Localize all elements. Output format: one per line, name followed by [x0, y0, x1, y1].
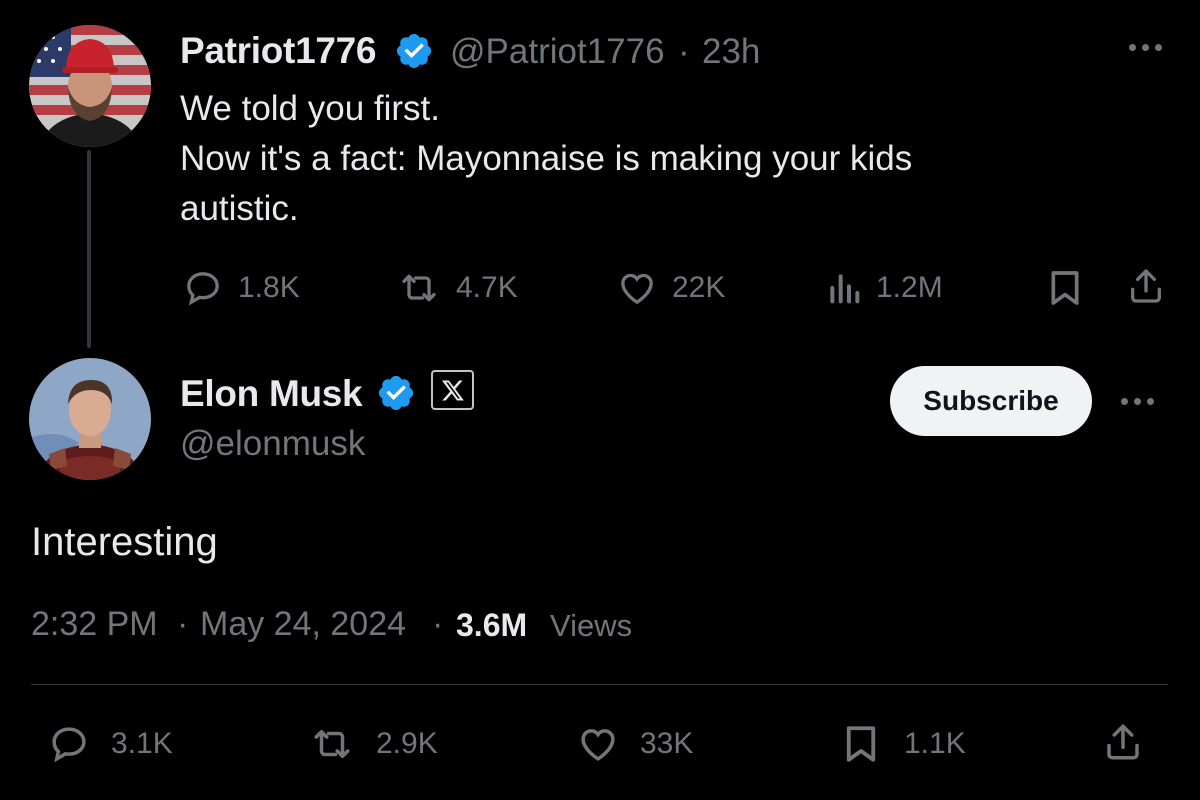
elon-handle[interactable]: @elonmusk [180, 424, 365, 464]
share-icon [1131, 269, 1161, 303]
repost-button[interactable]: 4.7K [396, 268, 518, 308]
views-count: 1.2M [876, 271, 943, 304]
verified-badge-icon [394, 31, 434, 71]
tweet-time[interactable]: 2:32 PM [31, 605, 158, 644]
parent-tweet-line-2: Now it's a fact: Mayonnaise is making yo… [180, 139, 913, 178]
tweet-date[interactable]: May 24, 2024 [200, 605, 406, 644]
patriot-avatar[interactable] [29, 25, 151, 147]
views-count: 3.6M [456, 607, 528, 643]
x-affiliate-badge[interactable] [431, 370, 474, 410]
elon-display-name[interactable]: Elon Musk [180, 373, 363, 415]
meta-separator: · [432, 605, 444, 643]
reply-icon [187, 272, 219, 306]
reply-count: 3.1K [111, 727, 173, 760]
x-logo-icon [441, 380, 464, 401]
parent-tweet-line-1: We told you first. [180, 89, 441, 128]
repost-count: 4.7K [456, 271, 518, 304]
main-tweet-text: Interesting [31, 520, 218, 564]
analytics-icon [830, 274, 860, 304]
parent-tweet-line-3: autistic. [180, 189, 299, 228]
repost-icon [402, 274, 436, 302]
bookmark-icon [1051, 271, 1079, 305]
reply-icon [52, 727, 86, 763]
user-avatar-icon [29, 25, 151, 147]
patriot-handle[interactable]: @Patriot1776 [450, 32, 665, 72]
share-button[interactable] [1126, 266, 1166, 306]
patriot-display-name[interactable]: Patriot1776 [180, 30, 377, 72]
reply-button[interactable]: 1.8K [182, 268, 300, 308]
like-count: 22K [672, 271, 726, 304]
divider [31, 684, 1168, 685]
bookmark-count: 1.1K [904, 727, 966, 760]
repost-button[interactable]: 2.9K [308, 723, 438, 765]
thread-connector-line [87, 150, 91, 348]
verified-badge-icon [376, 373, 416, 413]
bookmark-icon [846, 726, 876, 762]
views-label: Views [550, 608, 633, 643]
user-avatar-icon [29, 358, 151, 480]
share-button[interactable] [1102, 720, 1144, 764]
repost-count: 2.9K [376, 727, 438, 760]
reply-button[interactable]: 3.1K [47, 723, 173, 765]
heart-icon [581, 729, 615, 761]
reply-count: 1.8K [238, 271, 300, 304]
subscribe-button[interactable]: Subscribe [890, 366, 1092, 436]
bookmark-button[interactable] [1047, 268, 1083, 308]
elon-avatar[interactable] [29, 358, 151, 480]
like-count: 33K [640, 727, 694, 760]
heart-icon [621, 273, 653, 305]
repost-icon [314, 730, 350, 758]
meta-separator: · [177, 605, 189, 643]
views-button[interactable]: 1.2M [826, 268, 943, 308]
more-options-icon[interactable] [1121, 398, 1154, 405]
tweet-timestamp[interactable]: 23h [702, 32, 760, 72]
share-icon [1107, 724, 1139, 760]
bookmark-button[interactable]: 1.1K [842, 723, 966, 765]
like-button[interactable]: 22K [616, 268, 725, 308]
like-button[interactable]: 33K [576, 723, 693, 765]
meta-separator: · [678, 32, 690, 71]
more-options-icon[interactable] [1129, 44, 1162, 51]
